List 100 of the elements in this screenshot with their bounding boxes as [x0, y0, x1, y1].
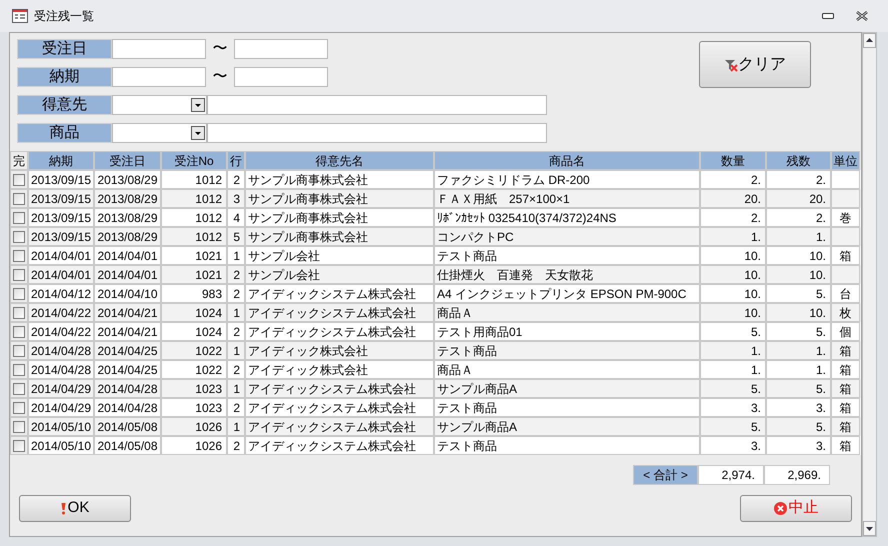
- done-checkbox[interactable]: [13, 250, 25, 262]
- name-field[interactable]: [207, 95, 547, 115]
- column-header: 完: [10, 151, 28, 170]
- input-field[interactable]: [112, 39, 206, 59]
- scroll-up-icon[interactable]: [863, 33, 876, 48]
- table-cell: 箱: [831, 417, 860, 436]
- table-cell: 2013/08/29: [94, 189, 161, 208]
- total-value: 2,969.: [764, 465, 830, 485]
- table-cell: 2013/09/15: [28, 189, 94, 208]
- table-cell: 983: [161, 284, 227, 303]
- done-checkbox[interactable]: [13, 230, 25, 242]
- table-cell: 1012: [161, 208, 227, 227]
- table-cell: 10.: [700, 265, 766, 284]
- table-cell: ＦＡＸ用紙 257×100×1: [434, 189, 700, 208]
- table-cell: テスト用商品01: [434, 322, 700, 341]
- table-cell: 1026: [161, 436, 227, 455]
- scroll-down-icon[interactable]: [863, 521, 876, 536]
- table-cell: 1012: [161, 189, 227, 208]
- done-checkbox[interactable]: [13, 364, 25, 376]
- table-cell: 2014/04/21: [94, 322, 161, 341]
- table-cell: 商品Ａ: [434, 303, 700, 322]
- name-field[interactable]: [207, 123, 547, 143]
- table-cell: 枚: [831, 303, 860, 322]
- table-cell: 2014/04/25: [94, 341, 161, 360]
- table-cell: 3.: [700, 398, 766, 417]
- table-cell: 2.: [700, 170, 766, 189]
- filter-clear-icon: [724, 58, 738, 72]
- input-field[interactable]: [234, 39, 328, 59]
- table-cell: 1026: [161, 417, 227, 436]
- minimize-icon[interactable]: [822, 13, 834, 19]
- table-cell: 2.: [700, 208, 766, 227]
- done-checkbox[interactable]: [13, 288, 25, 300]
- table-cell: サンプル商事株式会社: [245, 189, 434, 208]
- done-checkbox[interactable]: [13, 440, 25, 452]
- done-checkbox[interactable]: [13, 306, 25, 318]
- input-field[interactable]: [112, 67, 206, 87]
- total-value: 2,974.: [698, 465, 764, 485]
- table-cell: 2: [227, 170, 245, 189]
- clear-button[interactable]: クリア: [699, 41, 811, 88]
- range-separator: 〜: [212, 38, 228, 59]
- table-cell: 20.: [766, 189, 831, 208]
- table-cell: 1.: [700, 341, 766, 360]
- table-cell: 3.: [766, 436, 831, 455]
- done-checkbox[interactable]: [13, 268, 25, 280]
- table-cell: 3.: [766, 398, 831, 417]
- table-cell: アイディックシステム株式会社: [245, 322, 434, 341]
- ok-button[interactable]: OK: [19, 495, 131, 522]
- table-cell: 箱: [831, 379, 860, 398]
- table-cell: 2013/09/15: [28, 170, 94, 189]
- combo-field[interactable]: [112, 123, 207, 143]
- table-cell: サンプル商事株式会社: [245, 170, 434, 189]
- done-checkbox[interactable]: [13, 420, 25, 432]
- table-cell: 1.: [700, 227, 766, 246]
- done-checkbox[interactable]: [13, 326, 25, 338]
- done-checkbox[interactable]: [13, 212, 25, 224]
- done-checkbox[interactable]: [13, 174, 25, 186]
- table-cell: 巻: [831, 208, 860, 227]
- table-cell: 2014/04/29: [28, 398, 94, 417]
- table-cell: 2013/08/29: [94, 170, 161, 189]
- table-cell: [831, 189, 860, 208]
- table-cell: [831, 227, 860, 246]
- table-cell: アイディックシステム株式会社: [245, 436, 434, 455]
- table-cell: サンプル会社: [245, 265, 434, 284]
- table-cell: アイディック株式会社: [245, 341, 434, 360]
- table-cell: サンプル商事株式会社: [245, 227, 434, 246]
- table-cell: 1021: [161, 265, 227, 284]
- close-icon[interactable]: [856, 11, 868, 21]
- table-cell: 5.: [700, 379, 766, 398]
- table-cell: 2014/04/28: [94, 398, 161, 417]
- table-cell: 3.: [700, 436, 766, 455]
- table-cell: 箱: [831, 360, 860, 379]
- dropdown-caret-icon: [191, 126, 205, 140]
- column-header: 数量: [700, 151, 766, 170]
- dropdown-caret-icon: [191, 98, 205, 112]
- table-cell: 箱: [831, 246, 860, 265]
- table-cell: 10.: [700, 284, 766, 303]
- table-cell: テスト商品: [434, 341, 700, 360]
- table-cell: 2014/05/08: [94, 436, 161, 455]
- done-checkbox[interactable]: [13, 344, 25, 356]
- table-cell: 1: [227, 341, 245, 360]
- scrollbar[interactable]: [862, 32, 877, 537]
- table-cell: 2014/04/28: [94, 379, 161, 398]
- done-checkbox[interactable]: [13, 382, 25, 394]
- input-field[interactable]: [234, 67, 328, 87]
- table-cell: 2014/04/01: [94, 265, 161, 284]
- table-cell: サンプル商品A: [434, 379, 700, 398]
- done-checkbox[interactable]: [13, 402, 25, 414]
- table-cell: 20.: [700, 189, 766, 208]
- table-cell: 1012: [161, 227, 227, 246]
- filter-label: 得意先: [17, 95, 112, 115]
- table-cell: 個: [831, 322, 860, 341]
- done-checkbox[interactable]: [13, 192, 25, 204]
- table-cell: アイディックシステム株式会社: [245, 303, 434, 322]
- table-cell: 2: [227, 360, 245, 379]
- column-header: 商品名: [434, 151, 700, 170]
- column-header: 納期: [28, 151, 94, 170]
- table-cell: 2014/05/08: [94, 417, 161, 436]
- table-cell: 箱: [831, 341, 860, 360]
- table-cell: 1021: [161, 246, 227, 265]
- combo-field[interactable]: [112, 95, 207, 115]
